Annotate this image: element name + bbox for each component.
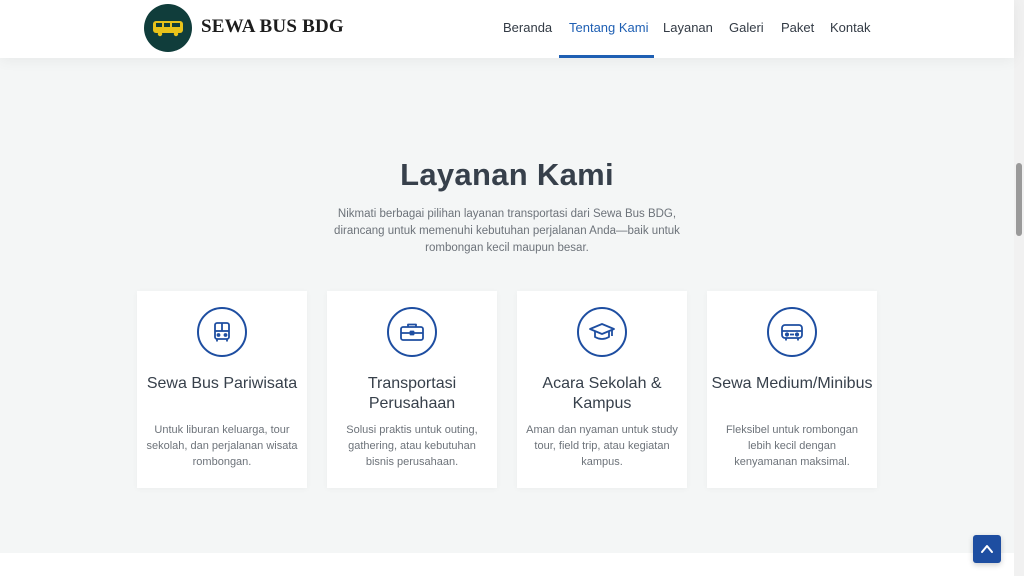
section-description: Nikmati berbagai pilihan layanan transpo… [334,208,680,254]
nav-beranda[interactable]: Beranda [503,20,552,35]
briefcase-icon [387,307,437,357]
nav-paket[interactable]: Paket [781,20,814,35]
bus-icon [197,307,247,357]
scrollbar-thumb[interactable] [1016,163,1022,236]
service-card-bus-pariwisata[interactable]: Sewa Bus Pariwisata Untuk liburan keluar… [137,291,307,488]
card-title: Sewa Bus Pariwisata [146,375,298,392]
chevron-up-icon [981,545,993,553]
service-card-acara-sekolah[interactable]: Acara Sekolah & Kampus Aman dan nyaman u… [517,291,687,488]
nav-layanan[interactable]: Layanan [663,20,713,35]
minibus-icon [767,307,817,357]
card-text: Fleksibel untuk rombongan lebih kecil de… [725,424,859,468]
card-title: Acara Sekolah & Kampus [542,375,662,412]
service-card-transportasi-perusahaan[interactable]: Transportasi Perusahaan Solusi praktis u… [327,291,497,488]
nav-active-indicator [559,55,654,58]
card-title: Sewa Medium/Minibus [711,375,873,392]
main-nav: Beranda Tentang Kami Layanan Galeri Pake… [0,0,1014,58]
back-to-top-button[interactable] [973,535,1001,563]
card-text: Solusi praktis untuk outing, gathering, … [346,424,478,468]
card-text: Aman dan nyaman untuk study tour, field … [526,424,678,468]
nav-galeri[interactable]: Galeri [729,20,764,35]
site-header: SEWA BUS BDG Beranda Tentang Kami Layana… [0,0,1014,58]
card-text: Untuk liburan keluarga, tour sekolah, da… [146,424,298,468]
nav-kontak[interactable]: Kontak [830,20,870,35]
next-section [0,553,1014,576]
service-card-minibus[interactable]: Sewa Medium/Minibus Fleksibel untuk romb… [707,291,877,488]
scrollbar[interactable] [1014,0,1024,576]
card-title: Transportasi Perusahaan [367,375,457,412]
section-title: Layanan Kami [400,157,614,192]
nav-tentang-kami[interactable]: Tentang Kami [569,20,649,35]
graduation-cap-icon [577,307,627,357]
